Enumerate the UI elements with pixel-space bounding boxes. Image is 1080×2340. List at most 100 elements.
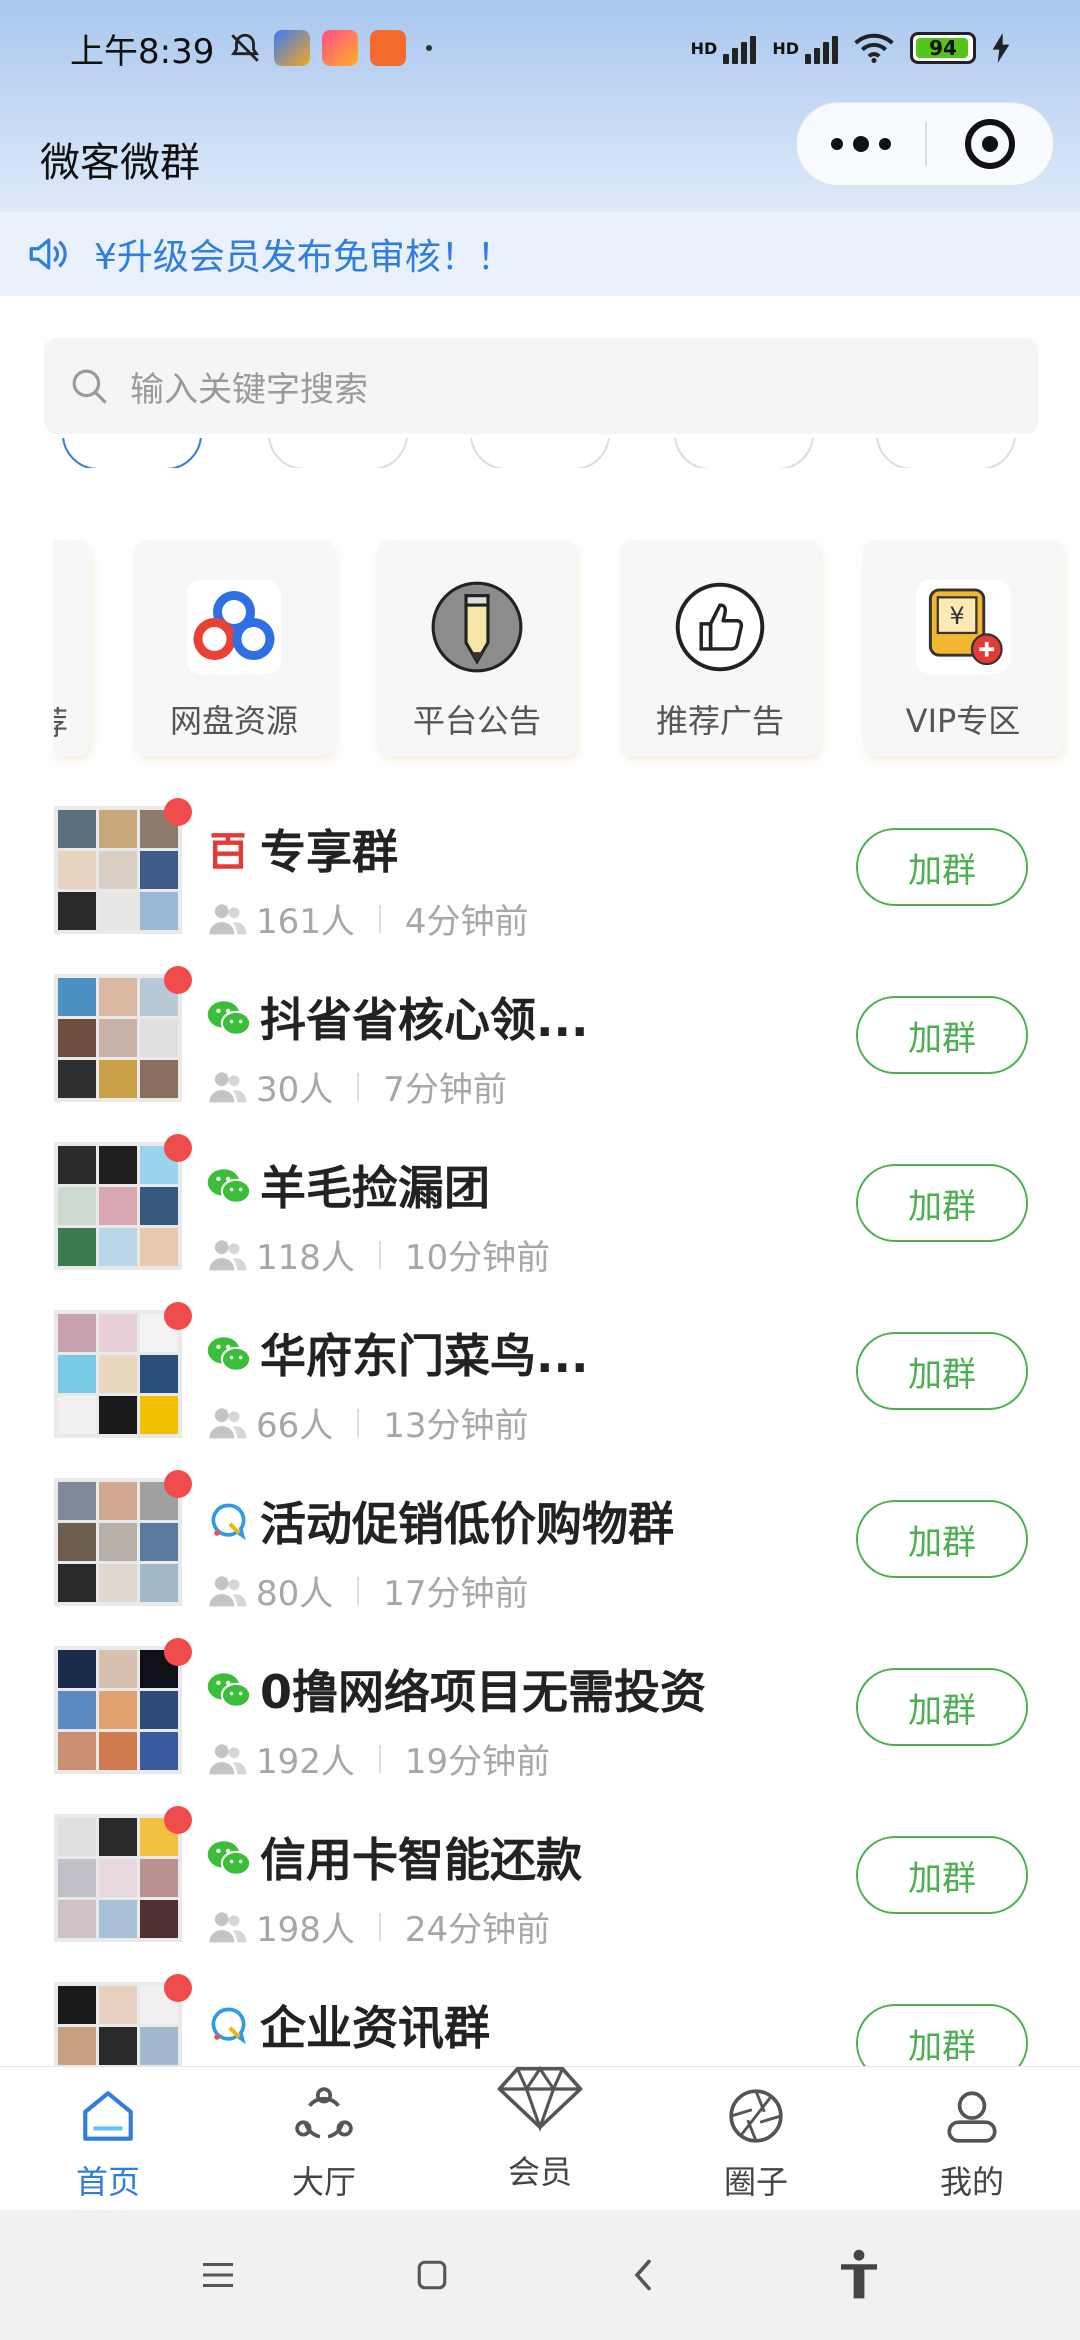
meta-divider [378,904,381,933]
charging-icon [992,33,1010,63]
home-square-icon[interactable] [415,2258,449,2292]
members-icon [209,903,247,934]
close-miniprogram-button[interactable] [927,119,1053,169]
wechat-icon [206,1668,252,1712]
more-dot-icon [831,138,843,150]
group-row[interactable]: 活动促销低价购物群 80人 17分钟前 加群 [0,1470,1080,1640]
unread-badge [164,1638,192,1666]
diamond-icon [497,2065,583,2132]
category-tab[interactable] [62,438,202,468]
battery-indicator: 94 [910,32,976,64]
members-icon [209,1407,247,1438]
baidu-icon [206,828,250,872]
last-active-time: 19分钟前 [404,1742,551,1782]
bottom-tab-bar: 首页 大厅 会员 圈子 我的 [0,2065,1080,2210]
group-row[interactable]: 0撸网络项目无需投资 192人 19分钟前 加群 [0,1638,1080,1808]
group-name: 0撸网络项目无需投资 [260,1665,707,1719]
category-card-recommended-ads[interactable]: 推荐广告 [620,540,820,756]
search-placeholder: 输入关键字搜索 [130,369,368,410]
category-tab[interactable] [674,438,814,468]
status-right: HD HD 94 [691,32,1010,64]
tab-label: 首页 [75,2163,140,2201]
meta-divider [357,1072,360,1101]
home-icon [83,2091,133,2141]
unread-badge [164,966,192,994]
accessibility-icon[interactable] [837,2248,881,2302]
hall-icon [295,2087,353,2139]
search-input[interactable]: 输入关键字搜索 [44,338,1038,434]
tab-label: 我的 [939,2163,1004,2201]
category-tabs-row [0,438,1080,468]
join-group-button[interactable]: 加群 [856,828,1028,906]
member-count: 192人 [256,1742,355,1782]
hd-label-2: HD [772,38,799,58]
meta-divider [357,1576,360,1605]
pencil-icon [430,580,524,674]
group-row[interactable]: 专享群 161人 4分钟前 加群 [0,798,1080,968]
tab-hall[interactable]: 大厅 [216,2067,432,2210]
menu-icon[interactable] [200,2260,236,2290]
more-dot-icon [853,136,869,152]
page-title: 微客微群 [40,140,200,186]
meta-divider [378,1744,381,1773]
unread-badge [164,798,192,826]
join-group-button[interactable]: 加群 [856,1164,1028,1242]
category-label: 平台公告 [412,702,541,740]
mute-bell-icon [231,33,260,62]
tab-label: 圈子 [723,2163,788,2201]
qq-icon [206,2004,250,2048]
category-tab[interactable] [876,438,1016,468]
category-tab[interactable] [268,438,408,468]
app-notification-icon-1 [274,30,311,66]
tab-label: 大厅 [291,2163,356,2201]
tab-circle[interactable]: 圈子 [648,2067,864,2210]
group-row[interactable]: 信用卡智能还款 198人 24分钟前 加群 [0,1806,1080,1976]
notice-text: ¥升级会员发布免审核！！ [94,237,513,278]
search-icon [72,369,107,404]
tab-profile[interactable]: 我的 [864,2067,1080,2210]
wifi-icon [854,33,894,63]
status-notification-icons [228,30,433,66]
last-active-time: 4分钟前 [404,902,529,942]
signal-icon-2 [805,32,838,64]
category-card-cloud-drive[interactable]: 网盘资源 [134,540,334,756]
more-options-button[interactable] [797,103,925,185]
join-group-button[interactable]: 加群 [856,1332,1028,1410]
group-name: 羊毛捡漏团 [260,1161,490,1215]
unread-badge [164,1302,192,1330]
last-active-time: 24分钟前 [404,1910,551,1950]
meta-divider [378,1240,381,1269]
wechat-icon [206,1836,252,1880]
more-notifications-dot [426,45,433,51]
join-group-button[interactable]: 加群 [856,996,1028,1074]
tab-member[interactable]: 会员 [432,2065,648,2210]
member-count: 161人 [256,902,355,942]
category-card-vip[interactable]: ¥ VIP专区 [863,540,1063,756]
category-tab[interactable] [470,438,610,468]
group-row[interactable]: 抖省省核心领... 30人 7分钟前 加群 [0,966,1080,1136]
last-active-time: 7分钟前 [383,1070,507,1110]
group-name: 抖省省核心领... [260,993,589,1047]
thumbs-up-icon [673,580,767,674]
group-row[interactable]: 华府东门菜鸟... 66人 13分钟前 加群 [0,1302,1080,1472]
status-bar: 上午8:39 HD HD 94 [0,0,1080,96]
tab-home[interactable]: 首页 [0,2067,216,2210]
join-group-button[interactable]: 加群 [856,1836,1028,1914]
members-icon [209,1071,247,1102]
last-active-time: 17分钟前 [383,1574,529,1614]
group-name: 专享群 [260,825,398,879]
members-icon [209,1239,247,1270]
category-card-announcement[interactable]: 平台公告 [377,540,577,756]
join-group-button[interactable]: 加群 [856,1500,1028,1578]
group-row[interactable]: 羊毛捡漏团 118人 10分钟前 加群 [0,1134,1080,1304]
join-group-button[interactable]: 加群 [856,1668,1028,1746]
group-name: 活动促销低价购物群 [260,1497,674,1551]
category-card-partial[interactable]: 荐 [54,540,90,756]
back-icon[interactable] [628,2257,658,2293]
group-name: 华府东门菜鸟... [260,1329,589,1383]
group-avatar [54,1814,182,1942]
wechat-icon [206,996,252,1040]
app-notification-icon-2 [322,30,359,66]
unread-badge [164,1806,192,1834]
notice-bar[interactable]: ¥升级会员发布免审核！！ [0,212,1080,296]
